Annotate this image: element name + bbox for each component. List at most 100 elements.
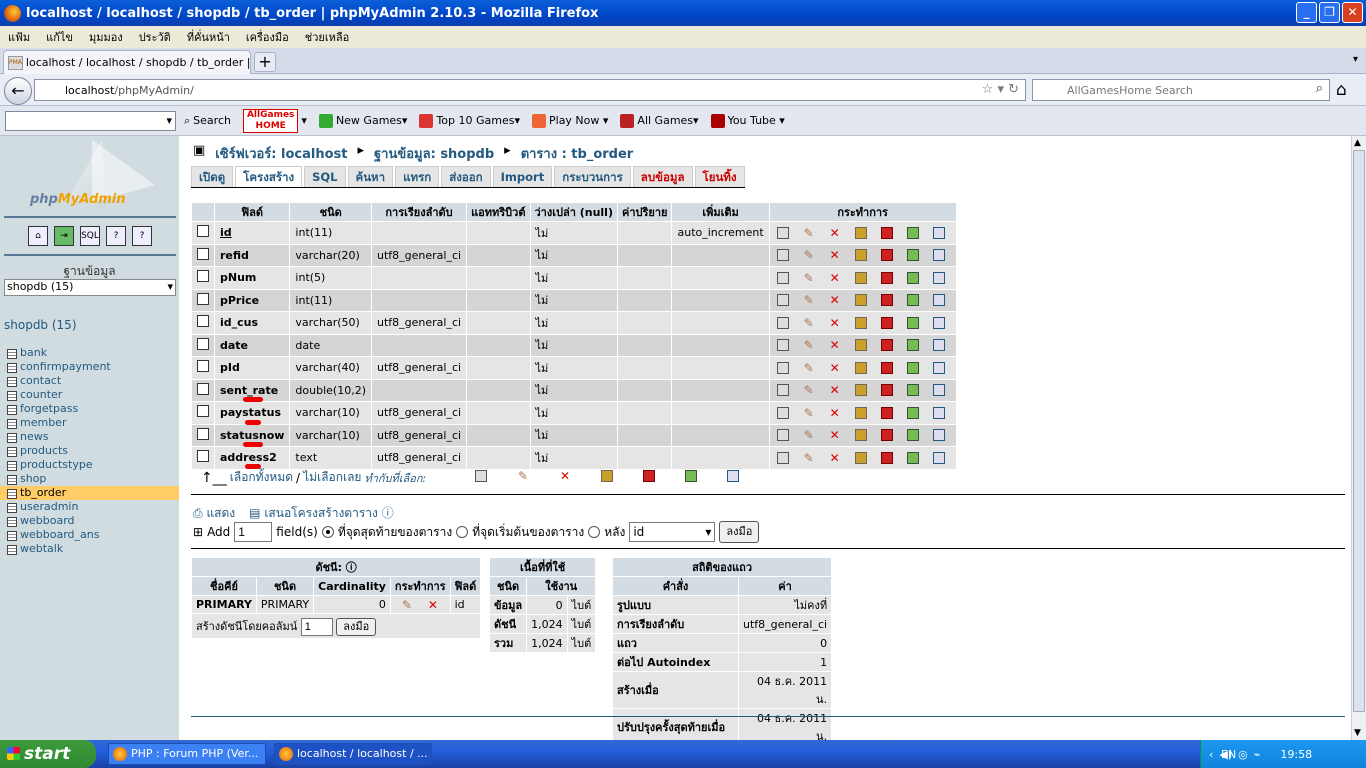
edit-icon[interactable]: ✎	[803, 272, 815, 284]
phpmyadmin-logo[interactable]: phpMyAdmin	[0, 136, 179, 216]
table-link[interactable]: productstype	[0, 458, 179, 472]
tab-insert[interactable]: แทรก	[395, 166, 440, 187]
drop-icon[interactable]: ✕	[829, 294, 841, 306]
table-link[interactable]: shop	[0, 472, 179, 486]
index-icon[interactable]	[906, 294, 919, 307]
fulltext-icon[interactable]	[932, 316, 945, 329]
edit-icon[interactable]: ✎	[401, 599, 413, 611]
unique-icon[interactable]	[643, 470, 655, 482]
table-link[interactable]: webboard_ans	[0, 528, 179, 542]
fulltext-icon[interactable]	[932, 451, 945, 464]
start-button[interactable]: start	[0, 740, 96, 768]
help-icon[interactable]: ?	[132, 226, 152, 246]
taskbar-item-active[interactable]: localhost / localhost / ...	[274, 743, 432, 765]
index-icon[interactable]	[906, 361, 919, 374]
primary-key-icon[interactable]	[601, 470, 613, 482]
drop-icon[interactable]: ✕	[829, 362, 841, 374]
unique-icon[interactable]	[880, 339, 893, 352]
top10-button[interactable]: Top 10 Games▾	[419, 113, 520, 128]
home-icon[interactable]: ⌂	[28, 226, 48, 246]
index-icon[interactable]	[906, 339, 919, 352]
fulltext-icon[interactable]	[932, 339, 945, 352]
after-field-select[interactable]: id	[629, 522, 716, 542]
browse-icon[interactable]	[776, 294, 789, 307]
menu-bookmarks[interactable]: ที่คั่นหน้า	[187, 28, 230, 46]
radio-after[interactable]	[588, 526, 601, 538]
fulltext-icon[interactable]	[932, 406, 945, 419]
table-link[interactable]: webtalk	[0, 542, 179, 556]
browser-tab[interactable]: PMA localhost / localhost / shopdb / tb_…	[3, 50, 251, 74]
maximize-button[interactable]: ❐	[1319, 2, 1340, 23]
primary-key-icon[interactable]	[854, 361, 867, 374]
edit-icon[interactable]: ✎	[803, 429, 815, 441]
tab-import[interactable]: Import	[492, 166, 553, 187]
drop-icon[interactable]: ✕	[829, 407, 841, 419]
fulltext-icon[interactable]	[932, 294, 945, 307]
row-checkbox[interactable]	[197, 360, 209, 373]
index-icon[interactable]	[906, 316, 919, 329]
exit-icon[interactable]: ⇥	[54, 226, 74, 246]
table-link[interactable]: member	[0, 416, 179, 430]
row-checkbox[interactable]	[197, 270, 209, 283]
drop-icon[interactable]: ✕	[829, 384, 841, 396]
unique-icon[interactable]	[880, 316, 893, 329]
network-icon[interactable]: ⌁	[1254, 748, 1261, 761]
table-link[interactable]: bank	[0, 346, 179, 360]
drop-icon[interactable]: ✕	[829, 452, 841, 464]
index-icon[interactable]	[906, 451, 919, 464]
browse-icon[interactable]	[776, 271, 789, 284]
primary-key-icon[interactable]	[854, 226, 867, 239]
browse-icon[interactable]	[776, 384, 789, 397]
scroll-down-icon[interactable]: ▼	[1354, 728, 1361, 738]
primary-key-icon[interactable]	[854, 339, 867, 352]
table-link[interactable]: counter	[0, 388, 179, 402]
menu-view[interactable]: มุมมอง	[89, 28, 123, 46]
tab-search[interactable]: ค้นหา	[347, 166, 394, 187]
index-icon[interactable]	[906, 271, 919, 284]
drop-icon[interactable]: ✕	[829, 249, 841, 261]
index-icon[interactable]	[906, 249, 919, 262]
language-indicator[interactable]: EN	[1221, 748, 1236, 761]
tab-sql[interactable]: SQL	[304, 166, 346, 187]
index-icon[interactable]	[906, 226, 919, 239]
primary-key-icon[interactable]	[854, 429, 867, 442]
new-tab-button[interactable]: +	[254, 52, 276, 72]
tab-operations[interactable]: กระบวนการ	[554, 166, 631, 187]
edit-icon[interactable]: ✎	[803, 227, 815, 239]
uncheck-all-link[interactable]: ไม่เลือกเลย	[303, 468, 361, 487]
allgames-logo[interactable]: AllGames HOME ▾	[242, 108, 307, 133]
unique-icon[interactable]	[880, 384, 893, 397]
new-games-button[interactable]: New Games▾	[318, 113, 407, 128]
table-link[interactable]: forgetpass	[0, 402, 179, 416]
primary-key-icon[interactable]	[854, 271, 867, 284]
unique-icon[interactable]	[880, 271, 893, 284]
minimize-button[interactable]: _	[1296, 2, 1317, 23]
unique-icon[interactable]	[880, 226, 893, 239]
row-checkbox[interactable]	[197, 405, 209, 418]
fulltext-icon[interactable]	[932, 226, 945, 239]
edit-icon[interactable]: ✎	[803, 407, 815, 419]
table-link[interactable]: confirmpayment	[0, 360, 179, 374]
opera-icon[interactable]: ◎	[1238, 748, 1248, 761]
primary-key-icon[interactable]	[854, 316, 867, 329]
row-checkbox[interactable]	[197, 382, 209, 395]
close-button[interactable]: ✕	[1342, 2, 1363, 23]
tab-empty[interactable]: ลบข้อมูล	[632, 166, 693, 187]
youtube-button[interactable]: You Tube ▾	[710, 113, 785, 128]
edit-icon[interactable]: ✎	[803, 452, 815, 464]
back-button[interactable]: ←	[4, 77, 32, 105]
fulltext-icon[interactable]	[932, 429, 945, 442]
browse-icon[interactable]	[776, 226, 789, 239]
home-icon[interactable]: ⌂	[1336, 80, 1347, 100]
browse-icon[interactable]	[776, 429, 789, 442]
drop-icon[interactable]: ✕	[829, 317, 841, 329]
row-checkbox[interactable]	[197, 247, 209, 260]
row-checkbox[interactable]	[197, 225, 209, 238]
unique-icon[interactable]	[880, 451, 893, 464]
drop-icon[interactable]: ✕	[559, 470, 571, 482]
breadcrumb-db[interactable]: ฐานข้อมูล: shopdb	[374, 143, 494, 164]
radio-at-begin[interactable]	[456, 526, 469, 538]
tab-browse[interactable]: เปิดดู	[191, 166, 234, 187]
drop-icon[interactable]: ✕	[829, 272, 841, 284]
menu-tools[interactable]: เครื่องมือ	[246, 28, 289, 46]
